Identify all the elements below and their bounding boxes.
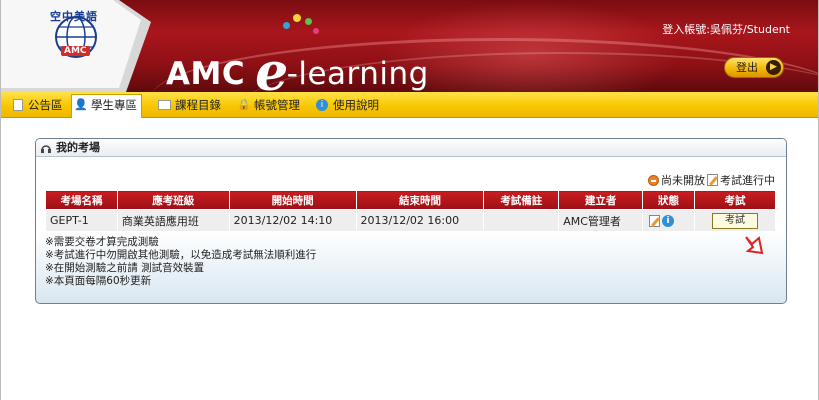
tab-label: 公告區 xyxy=(28,98,63,112)
cell-note xyxy=(483,209,560,232)
note-line: ※本頁面每隔60秒更新 xyxy=(45,275,152,287)
cell-action: 考試 xyxy=(694,209,776,232)
my-exams-panel: 我的考場 尚未開放 考試進行中 考場名稱 應考班級 開始時間 結束時間 考試備註 … xyxy=(35,138,787,304)
pointer-arrow-icon xyxy=(745,236,764,255)
col-status: 狀態 xyxy=(642,190,696,210)
not-open-icon xyxy=(648,174,659,186)
tab-label: 學生專區 xyxy=(91,98,137,112)
edit-icon[interactable] xyxy=(649,215,661,227)
brand-e: e xyxy=(255,42,289,92)
info-icon: i xyxy=(316,99,328,111)
amc-logo: 空中美語 AMC xyxy=(1,0,151,92)
cell-class: 商業英語應用班 xyxy=(116,209,230,232)
col-note: 考試備註 xyxy=(483,190,560,210)
table-row: GEPT-1 商業英語應用班 2013/12/02 14:10 2013/12/… xyxy=(45,209,776,232)
col-exam: 考試 xyxy=(694,190,776,210)
page: 空中美語 AMC AMC e-learning 登入帳號:吳佩芬/Student … xyxy=(0,0,819,400)
in-progress-icon xyxy=(707,174,718,186)
brand-title: AMC e-learning xyxy=(166,36,429,92)
document-icon xyxy=(13,99,23,111)
tab-label: 使用說明 xyxy=(333,98,379,112)
note-line: ※需要交卷才算完成測驗 xyxy=(45,236,159,248)
legend-not-open: 尚未開放 xyxy=(661,174,705,187)
table-header-row: 考場名稱 應考班級 開始時間 結束時間 考試備註 建立者 狀態 考試 xyxy=(45,190,776,210)
tab-account-management[interactable]: 🔒 帳號管理 xyxy=(235,95,300,116)
note-line: ※在開始測驗之前請 測試音效裝置 xyxy=(45,262,205,274)
cell-status: i xyxy=(642,209,696,232)
tab-course-catalog[interactable]: 課程目錄 xyxy=(156,95,221,116)
panel-header: 我的考場 xyxy=(36,139,786,157)
exams-table: 考場名稱 應考班級 開始時間 結束時間 考試備註 建立者 狀態 考試 GEPT-… xyxy=(45,190,776,232)
arrow-right-icon: ▶ xyxy=(766,60,781,75)
student-icon: 👤 xyxy=(74,98,88,111)
info-icon[interactable]: i xyxy=(662,215,675,227)
tab-label: 帳號管理 xyxy=(254,98,300,112)
brand-learning: -learning xyxy=(286,56,429,92)
cell-end-time: 2013/12/02 16:00 xyxy=(355,209,485,232)
panel-title: 我的考場 xyxy=(56,141,100,154)
lock-icon: 🔒 xyxy=(237,98,251,111)
brand-amc: AMC xyxy=(166,56,246,92)
tab-label: 課程目錄 xyxy=(175,98,221,112)
cell-exam-name: GEPT-1 xyxy=(45,209,118,232)
logout-button[interactable]: 登出 ▶ xyxy=(724,57,784,78)
note-line: ※考試進行中勿開啟其他測驗，以免造成考試無法順利進行 xyxy=(45,249,317,261)
col-creator: 建立者 xyxy=(558,190,644,210)
logo-title: 空中美語 xyxy=(50,10,98,23)
legend-in-progress: 考試進行中 xyxy=(720,174,775,187)
cell-start-time: 2013/12/02 14:10 xyxy=(228,209,357,232)
tab-help[interactable]: i 使用說明 xyxy=(314,95,379,116)
tab-student-area[interactable]: 👤 學生專區 xyxy=(71,94,142,118)
login-account-info: 登入帳號:吳佩芬/Student xyxy=(662,23,790,36)
take-exam-button[interactable]: 考試 xyxy=(712,212,758,229)
tab-announcements[interactable]: 公告區 xyxy=(9,95,63,116)
header-banner: 空中美語 AMC AMC e-learning 登入帳號:吳佩芬/Student … xyxy=(1,0,818,92)
col-exam-name: 考場名稱 xyxy=(45,190,118,210)
col-end-time: 結束時間 xyxy=(355,190,485,210)
exam-notes: ※需要交卷才算完成測驗 ※考試進行中勿開啟其他測驗，以免造成考試無法順利進行 ※… xyxy=(45,236,316,288)
col-start-time: 開始時間 xyxy=(228,190,357,210)
headphones-icon xyxy=(41,145,51,153)
book-icon xyxy=(158,100,171,110)
status-legend: 尚未開放 考試進行中 xyxy=(648,172,775,188)
logout-label: 登出 xyxy=(736,61,758,74)
col-class: 應考班級 xyxy=(116,190,230,210)
cell-creator: AMC管理者 xyxy=(558,209,644,232)
main-nav: 公告區 👤 學生專區 課程目錄 🔒 帳號管理 i 使用說明 xyxy=(1,92,818,118)
logo-subtitle: AMC xyxy=(61,46,90,56)
